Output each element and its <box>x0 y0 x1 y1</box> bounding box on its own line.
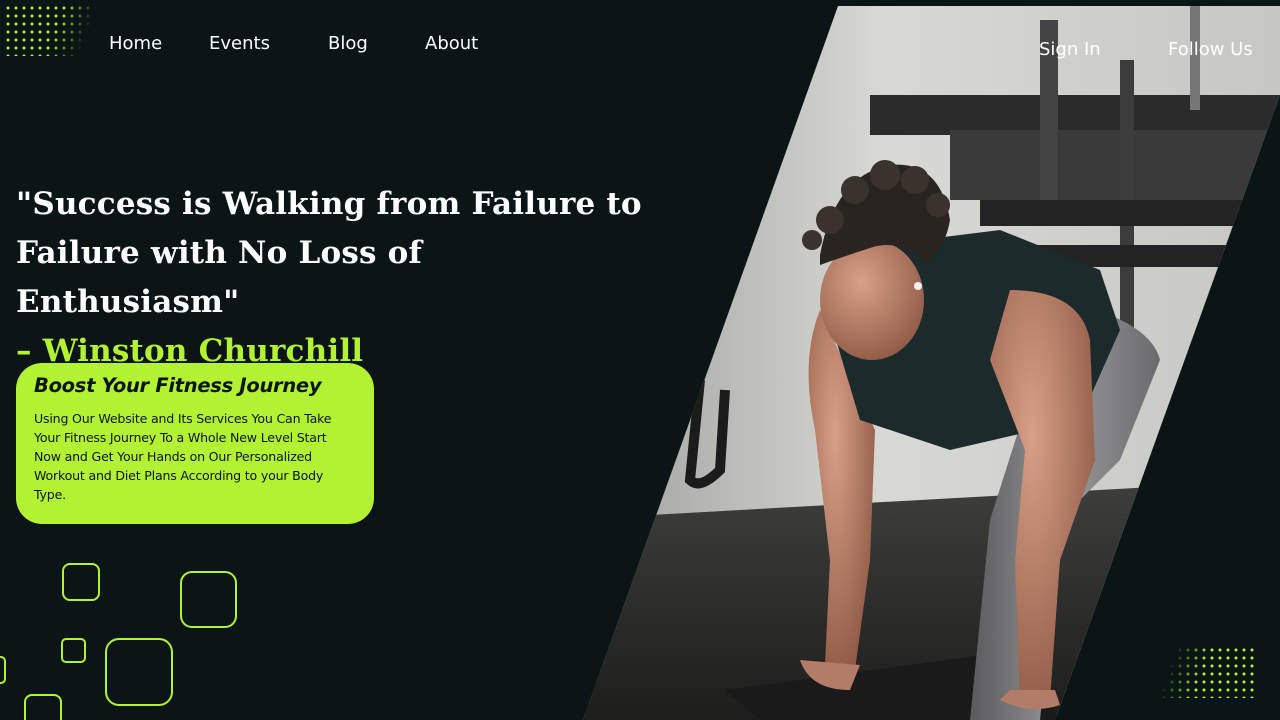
outline-square-decoration <box>105 638 173 706</box>
follow-us-link[interactable]: Follow Us <box>1168 39 1253 60</box>
fitness-journey-card: Boost Your Fitness Journey Using Our Web… <box>16 363 374 524</box>
nav-events-link[interactable]: Events <box>209 33 270 54</box>
dot-grid-bottom-decoration <box>1160 646 1254 698</box>
outline-square-decoration <box>61 638 86 663</box>
nav-home-link[interactable]: Home <box>109 33 162 54</box>
card-description: Using Our Website and Its Services You C… <box>34 411 332 502</box>
nav-about-link[interactable]: About <box>425 33 478 54</box>
landing-page: Home Events Blog About Sign In Follow Us… <box>0 0 1280 720</box>
outline-square-decoration <box>24 694 62 720</box>
outline-square-decoration <box>0 656 6 684</box>
outline-square-decoration <box>180 571 237 628</box>
sign-in-link[interactable]: Sign In <box>1039 39 1101 60</box>
quote-line-1: "Success is Walking from Failure to <box>16 186 642 222</box>
nav-blog-link[interactable]: Blog <box>328 33 368 54</box>
quote-line-2: Failure with No Loss of Enthusiasm" <box>16 235 423 320</box>
outline-square-decoration <box>62 563 100 601</box>
hero-quote: "Success is Walking from Failure to Fail… <box>16 180 656 376</box>
card-title: Boost Your Fitness Journey <box>34 374 322 397</box>
